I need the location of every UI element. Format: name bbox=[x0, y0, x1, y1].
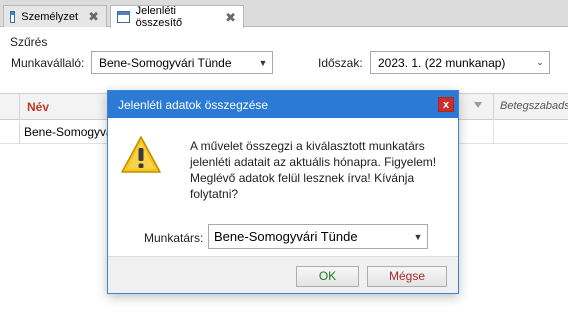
close-icon[interactable]: ✖ bbox=[225, 11, 236, 24]
close-icon[interactable]: ✖ bbox=[88, 10, 99, 23]
tab-label: Jelenléti összesítő bbox=[135, 5, 183, 29]
dialog-message: A művelet összegzi a kiválasztott munkat… bbox=[190, 139, 437, 201]
tab-strip: Személyzet ✖ Jelenléti összesítő ✖ bbox=[0, 0, 568, 29]
window-icon bbox=[10, 10, 16, 23]
warning-icon bbox=[121, 136, 161, 173]
employee-label: Munkavállaló: bbox=[11, 56, 85, 70]
employee-combo[interactable]: Bene-Somogyvári Tünde ▼ bbox=[91, 51, 273, 74]
dialog-title: Jelenléti adatok összegzése bbox=[118, 98, 269, 112]
filter-icon[interactable] bbox=[474, 102, 482, 108]
row-indicator bbox=[0, 121, 20, 143]
window-icon bbox=[117, 11, 130, 23]
employee-value: Bene-Somogyvári Tünde bbox=[99, 55, 232, 70]
period-combo[interactable]: 2023. 1. (22 munkanap) ⌄ bbox=[370, 51, 550, 74]
column-header-name[interactable]: Név bbox=[27, 100, 49, 114]
period-label: Időszak: bbox=[318, 56, 363, 70]
chevron-down-icon: ⌄ bbox=[536, 57, 544, 67]
column-divider bbox=[493, 94, 494, 120]
chevron-down-icon: ▼ bbox=[258, 57, 268, 68]
cell-name: Bene-Somogyvá bbox=[24, 125, 113, 139]
column-header-betegszabadsag[interactable]: Betegszabads bbox=[500, 100, 568, 112]
dialog-close-button[interactable]: x bbox=[438, 97, 454, 112]
dialog-footer: OK Mégse bbox=[108, 256, 458, 293]
row-indicator-header bbox=[0, 94, 20, 120]
tab-jelenleti-osszesito[interactable]: Jelenléti összesítő ✖ bbox=[110, 5, 244, 29]
colleague-value: Bene-Somogyvári Tünde bbox=[214, 229, 358, 244]
chevron-down-icon: ▼ bbox=[413, 231, 423, 242]
cancel-button[interactable]: Mégse bbox=[367, 266, 447, 287]
ok-button[interactable]: OK bbox=[296, 266, 359, 287]
tab-label: Személyzet bbox=[21, 10, 79, 23]
confirm-dialog: Jelenléti adatok összegzése x A művelet … bbox=[107, 90, 459, 294]
period-value: 2023. 1. (22 munkanap) bbox=[378, 55, 506, 70]
column-divider bbox=[493, 121, 494, 143]
filter-group-title: Szűrés bbox=[10, 35, 48, 49]
dialog-titlebar[interactable]: Jelenléti adatok összegzése x bbox=[108, 91, 458, 118]
colleague-combo[interactable]: Bene-Somogyvári Tünde ▼ bbox=[208, 224, 428, 249]
tab-szemelyzet[interactable]: Személyzet ✖ bbox=[3, 5, 107, 27]
colleague-label: Munkatárs: bbox=[144, 231, 204, 245]
